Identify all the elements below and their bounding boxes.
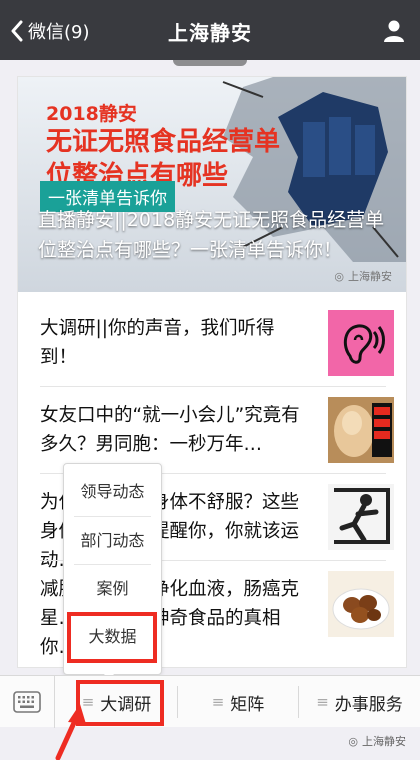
keyboard-toggle-button[interactable] (0, 676, 55, 728)
footer-watermark: ◎ 上海静安 (348, 733, 406, 749)
hero-year-label: 2018静安 (46, 103, 137, 125)
submenu-item-big-data[interactable]: 大数据 (64, 613, 161, 660)
wechat-logo-icon: ◎ (348, 734, 358, 748)
pull-handle[interactable] (173, 60, 247, 66)
keyboard-icon (13, 691, 41, 713)
hero-watermark: ◎ 上海静安 (334, 268, 392, 284)
user-icon (384, 20, 404, 42)
submenu-item-cases[interactable]: 案例 (64, 565, 161, 612)
hero-article[interactable]: 2018静安 无证无照食品经营单位整治点有哪些 一张清单告诉你 直播静安||20… (18, 77, 406, 292)
menu-tab-matrix[interactable]: ≡ 矩阵 (178, 676, 298, 728)
menu-tab-label: 矩阵 (230, 694, 265, 715)
alpaca-photo (328, 397, 394, 463)
exercise-silhouette (328, 484, 394, 550)
divider (40, 386, 386, 387)
submenu-popup: 领导动态 部门动态 案例 大数据 (63, 463, 162, 675)
article-title: 女友口中的“就一小会儿”究竟有多久？男同胞：一秒万年… (40, 405, 300, 455)
submenu-item-leadership-news[interactable]: 领导动态 (64, 468, 161, 515)
menu-tab-services[interactable]: ≡ 办事服务 (299, 676, 420, 728)
back-button[interactable]: 微信(9) (10, 18, 90, 44)
article-title: 大调研||你的声音，我们听得到！ (40, 318, 275, 368)
red-arrow-icon (55, 704, 86, 760)
ear-icon (328, 310, 394, 376)
submenu-item-department-news[interactable]: 部门动态 (64, 517, 161, 564)
footer-watermark-text: 上海静安 (362, 735, 406, 748)
food-photo (328, 571, 394, 637)
top-navigation-bar: 微信(9) 上海静安 (0, 0, 420, 60)
profile-button[interactable] (382, 19, 406, 43)
menu-lines-icon: ≡ (316, 693, 329, 711)
menu-tab-label: 办事服务 (334, 694, 403, 715)
back-label: 微信(9) (28, 22, 90, 43)
wechat-logo-icon: ◎ (334, 269, 344, 283)
hero-watermark-text: 上海静安 (348, 270, 392, 283)
list-item[interactable]: 大调研||你的声音，我们听得到！ (40, 302, 394, 390)
chevron-left-icon (11, 20, 23, 42)
hero-caption: 直播静安||2018静安无证无照食品经营单位整治点有哪些？一张清单告诉你！ (38, 209, 385, 261)
menu-lines-icon: ≡ (211, 693, 225, 711)
